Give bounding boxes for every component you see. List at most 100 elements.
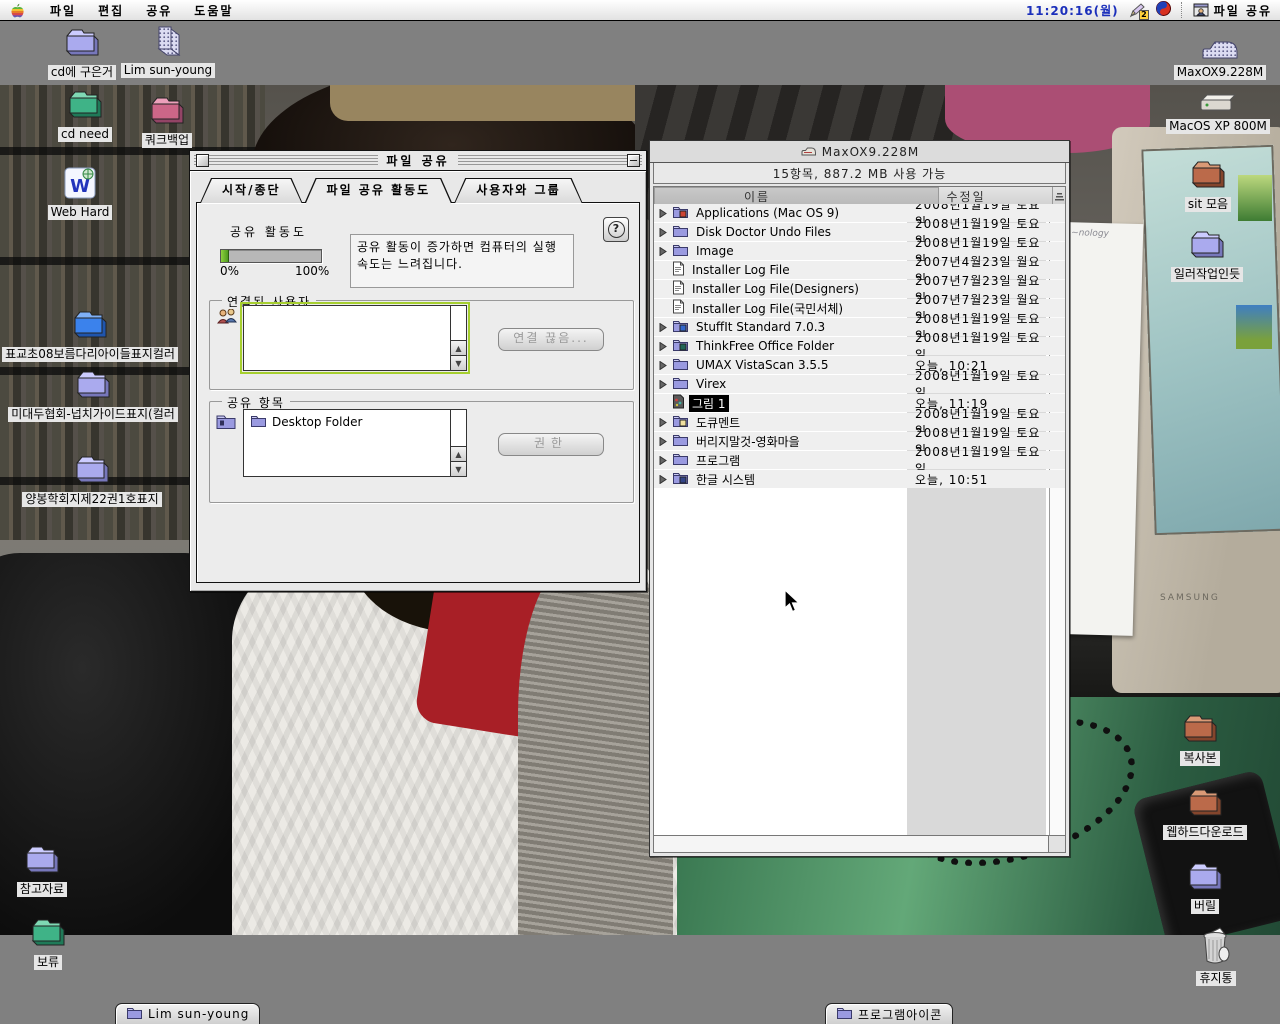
- desktop-icon-16[interactable]: 버릴: [1135, 860, 1275, 914]
- desktop-icon-15[interactable]: 웹하드다운로드: [1135, 786, 1275, 840]
- popup-window-tab-0[interactable]: Lim sun-young: [115, 1003, 260, 1024]
- row-filename[interactable]: StuffIt Standard 7.0.3: [693, 320, 828, 334]
- row-filename[interactable]: 버리지말것-영화마을: [693, 433, 803, 450]
- desktop-icon-1[interactable]: Lim sun-young: [98, 24, 238, 78]
- ime-pencil-icon[interactable]: 2: [1129, 3, 1146, 18]
- desktop-icon-7[interactable]: 양봉학회지제22권1호표지: [22, 453, 162, 507]
- row-date: 오늘, 10:51: [907, 471, 1054, 488]
- activity-note: 공유 활동이 증가하면 컴퓨터의 실행 속도는 느려집니다.: [350, 234, 574, 288]
- shared-item-row[interactable]: Desktop Folder: [244, 410, 450, 434]
- trash-icon: [1198, 926, 1234, 969]
- desktop-icon-9[interactable]: 보류: [0, 916, 118, 970]
- desktop-icon-11[interactable]: MacOS XP 800M: [1148, 92, 1280, 134]
- row-filename[interactable]: Image: [693, 244, 737, 258]
- menu-item-0[interactable]: 파일: [39, 4, 87, 18]
- privileges-button[interactable]: 권한: [498, 433, 604, 456]
- column-header-name[interactable]: 이름: [654, 187, 939, 205]
- finder-row[interactable]: 한글 시스템 오늘, 10:51: [654, 470, 1065, 488]
- row-filename[interactable]: 그림 1: [689, 395, 729, 412]
- menubar-clock[interactable]: 11:20:16(월): [1026, 2, 1119, 19]
- items-list-scrollbar[interactable]: ▲ ▼: [450, 410, 466, 476]
- finder-row[interactable]: ThinkFree Office Folder2008년1월19일 토요일,: [654, 337, 1065, 355]
- desktop-icon-8[interactable]: 참고자료: [0, 843, 112, 897]
- desktop-icon-4[interactable]: WWeb Hard: [10, 166, 150, 220]
- disclosure-triangle-icon[interactable]: [658, 342, 668, 351]
- dialog-body: 시작/종단파일 공유 활동도사용자와 그룹 ? 공유 활동도 0% 100% 공…: [190, 171, 646, 591]
- finder-window-title: MaxOX9.228M: [822, 145, 919, 159]
- disclosure-triangle-icon[interactable]: [658, 437, 668, 446]
- disclosure-triangle-icon[interactable]: [658, 228, 668, 237]
- row-filename[interactable]: Installer Log File(Designers): [689, 282, 862, 296]
- row-name-cell: StuffIt Standard 7.0.3: [654, 318, 907, 336]
- popup-window-tab-1[interactable]: 프로그램아이콘: [825, 1003, 953, 1024]
- tab-2[interactable]: 사용자와 그룹: [454, 178, 582, 203]
- finder-row[interactable]: 프로그램2008년1월19일 토요일,: [654, 451, 1065, 469]
- finder-row[interactable]: Virex2008년1월19일 토요일,: [654, 375, 1065, 393]
- row-name-cell: Disk Doctor Undo Files: [654, 223, 907, 241]
- disclosure-triangle-icon[interactable]: [658, 475, 668, 484]
- disclosure-triangle-icon[interactable]: [658, 361, 668, 370]
- desktop-icon-label: 휴지통: [1196, 971, 1235, 986]
- users-list-scrollbar[interactable]: ▲ ▼: [450, 306, 466, 370]
- disclosure-triangle-icon[interactable]: [658, 209, 668, 218]
- desktop-icon-14[interactable]: 복사본: [1130, 712, 1270, 766]
- menu-item-1[interactable]: 편집: [87, 4, 135, 18]
- desktop-icon-13[interactable]: 일러작업인듯: [1137, 228, 1277, 282]
- desktop-icon-6[interactable]: 미대두협회-넙치가이드표지(컬러: [23, 368, 163, 422]
- disclosure-triangle-icon[interactable]: [658, 380, 668, 389]
- disclosure-triangle-icon[interactable]: [658, 323, 668, 332]
- disclosure-triangle-icon[interactable]: [658, 418, 668, 427]
- shared-item-folder-icon: [250, 413, 267, 431]
- dialog-title-bar[interactable]: 파일 공유: [190, 151, 646, 171]
- row-filename[interactable]: 한글 시스템: [693, 471, 758, 488]
- windowshade-box-icon[interactable]: [627, 154, 640, 167]
- scroll-down-icon[interactable]: ▼: [451, 461, 466, 476]
- close-box-icon[interactable]: [196, 154, 209, 167]
- desktop-icon-17[interactable]: 휴지통: [1146, 926, 1280, 986]
- picture-file-icon: [672, 394, 685, 412]
- ime-taegeuk-icon[interactable]: [1156, 1, 1171, 19]
- connected-users-list[interactable]: ▲ ▼: [243, 305, 467, 371]
- sort-direction-button[interactable]: [1053, 187, 1065, 205]
- shared-items-list[interactable]: Desktop Folder ▲ ▼: [243, 409, 467, 477]
- row-filename[interactable]: Installer Log File: [689, 263, 793, 277]
- folder-icon: [1187, 158, 1229, 195]
- row-filename[interactable]: 도큐멘트: [693, 414, 743, 431]
- desktop-icon-label: 양봉학회지제22권1호표지: [22, 492, 161, 507]
- disclosure-triangle-icon[interactable]: [658, 456, 668, 465]
- help-button[interactable]: ?: [603, 217, 629, 242]
- scroll-up-icon[interactable]: ▲: [451, 340, 466, 355]
- desktop-icon-3[interactable]: 쿼크백업: [97, 94, 237, 148]
- row-filename[interactable]: 프로그램: [693, 452, 743, 469]
- row-filename[interactable]: UMAX VistaScan 3.5.5: [693, 358, 832, 372]
- folder-file-icon: [672, 451, 689, 469]
- disconnect-button[interactable]: 연결 끊음...: [498, 328, 604, 351]
- application-menu[interactable]: 파일 공유: [1193, 2, 1272, 19]
- active-app-name: 파일 공유: [1214, 2, 1272, 19]
- doc-file-icon: [672, 299, 685, 317]
- desktop-icon-10[interactable]: MaxOX9.228M: [1150, 34, 1280, 80]
- hscroll-track[interactable]: [654, 836, 1048, 852]
- tab-1[interactable]: 파일 공유 활동도: [305, 178, 453, 203]
- window-resize-handle[interactable]: [1048, 836, 1065, 852]
- menu-item-2[interactable]: 공유: [135, 4, 183, 18]
- desktop-icon-12[interactable]: sit 모음: [1138, 158, 1278, 212]
- disclosure-triangle-icon[interactable]: [658, 247, 668, 256]
- row-filename[interactable]: Installer Log File(국민서체): [689, 300, 846, 317]
- menu-item-3[interactable]: 도움말: [183, 4, 244, 18]
- row-name-cell: 한글 시스템: [654, 470, 907, 488]
- scroll-down-icon[interactable]: ▼: [451, 355, 466, 370]
- column-header-date[interactable]: 수정일: [939, 187, 1054, 205]
- apple-menu-icon[interactable]: [10, 2, 25, 19]
- mouse-cursor-icon: [783, 589, 802, 618]
- row-filename[interactable]: Virex: [693, 377, 729, 391]
- row-filename[interactable]: Disk Doctor Undo Files: [693, 225, 834, 239]
- finder-horizontal-scrollbar[interactable]: [653, 835, 1066, 853]
- finder-title-bar[interactable]: MaxOX9.228M: [650, 141, 1069, 163]
- scroll-up-icon[interactable]: ▲: [451, 446, 466, 461]
- tab-0[interactable]: 시작/종단: [200, 178, 303, 203]
- row-name-cell: 버리지말것-영화마을: [654, 432, 907, 450]
- desktop-icon-5[interactable]: 표교초08보름다리아이들표지컬러: [20, 308, 160, 362]
- row-filename[interactable]: ThinkFree Office Folder: [693, 339, 837, 353]
- row-filename[interactable]: Applications (Mac OS 9): [693, 206, 842, 220]
